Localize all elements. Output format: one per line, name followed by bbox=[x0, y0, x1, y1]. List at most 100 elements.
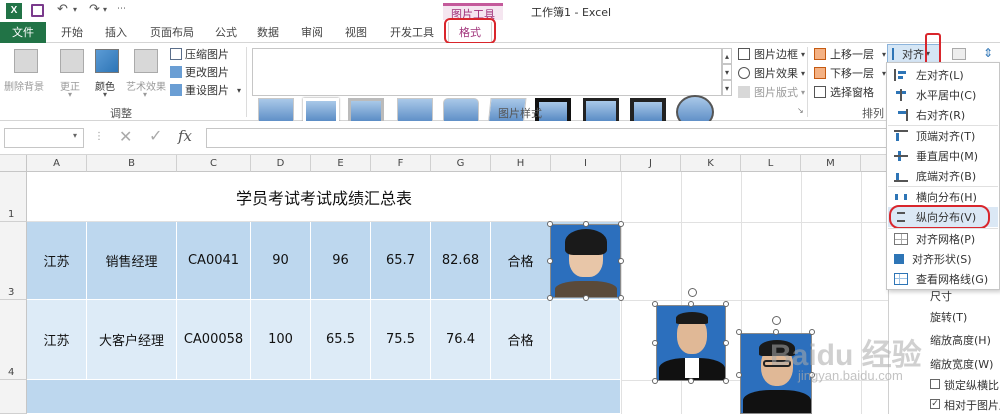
picture-effects-button[interactable]: 图片效果 ▾ bbox=[738, 65, 805, 81]
menu-view-gridlines[interactable]: 查看网格线(G) bbox=[888, 269, 998, 289]
gallery-scroll-down-icon[interactable]: ▾ bbox=[722, 64, 732, 80]
gallery-scroll-up-icon[interactable]: ▴ bbox=[722, 48, 732, 64]
rotation-handle[interactable] bbox=[688, 288, 697, 297]
tab-data[interactable]: 数据 bbox=[250, 22, 286, 43]
student-photo-2[interactable] bbox=[656, 305, 726, 381]
table-cell[interactable]: 大客户经理 bbox=[87, 300, 177, 380]
compress-pictures-button[interactable]: 压缩图片 bbox=[170, 46, 229, 62]
resize-handle[interactable] bbox=[618, 221, 624, 227]
column-header-n[interactable] bbox=[861, 155, 888, 172]
column-header-h[interactable]: H bbox=[491, 155, 551, 172]
insert-function-icon[interactable]: fx bbox=[178, 127, 192, 145]
resize-handle[interactable] bbox=[688, 301, 694, 307]
table-cell[interactable]: 65.5 bbox=[311, 300, 371, 380]
undo-dropdown-icon[interactable]: ▾ bbox=[73, 5, 77, 14]
table-cell[interactable]: 96 bbox=[311, 222, 371, 300]
menu-align-center[interactable]: 水平居中(C) bbox=[888, 85, 998, 105]
menu-distribute-horizontally[interactable]: 横向分布(H) bbox=[888, 187, 998, 207]
tab-insert[interactable]: 插入 bbox=[98, 22, 134, 43]
table-cell[interactable]: 82.68 bbox=[431, 222, 491, 300]
table-cell[interactable]: 75.5 bbox=[371, 300, 431, 380]
name-box[interactable] bbox=[4, 128, 84, 148]
picture-layout-button[interactable]: 图片版式 ▾ bbox=[738, 84, 805, 100]
tab-home[interactable]: 开始 bbox=[54, 22, 90, 43]
column-header-c[interactable]: C bbox=[177, 155, 251, 172]
table-cell[interactable]: CA0041 bbox=[177, 222, 251, 300]
menu-snap-to-grid[interactable]: 对齐网格(P) bbox=[888, 229, 998, 249]
relative-original-checkbox[interactable]: ✓ bbox=[930, 399, 940, 409]
table-cell[interactable]: 江苏 bbox=[27, 222, 87, 300]
resize-handle[interactable] bbox=[583, 295, 589, 301]
menu-align-left[interactable]: 左对齐(L) bbox=[888, 65, 998, 85]
column-header-f[interactable]: F bbox=[371, 155, 431, 172]
selection-pane-button[interactable]: 选择窗格 bbox=[814, 84, 874, 100]
change-picture-button[interactable]: 更改图片 bbox=[170, 64, 229, 80]
column-header-j[interactable]: J bbox=[621, 155, 681, 172]
tab-review[interactable]: 审阅 bbox=[294, 22, 330, 43]
column-header-m[interactable]: M bbox=[801, 155, 861, 172]
undo-icon[interactable]: ↶ bbox=[57, 2, 68, 17]
resize-handle[interactable] bbox=[652, 340, 658, 346]
resize-handle[interactable] bbox=[547, 221, 553, 227]
table-cell[interactable]: 销售经理 bbox=[87, 222, 177, 300]
table-cell[interactable]: 90 bbox=[251, 222, 311, 300]
table-cell[interactable] bbox=[27, 380, 621, 414]
group-icon[interactable] bbox=[952, 48, 966, 60]
cancel-formula-icon[interactable]: ✕ bbox=[119, 127, 132, 146]
column-header-l[interactable]: L bbox=[741, 155, 801, 172]
qat-more-icon[interactable]: ⋯ bbox=[117, 4, 126, 14]
table-cell[interactable]: 合格 bbox=[491, 222, 551, 300]
color-button[interactable]: 颜色 ▾ bbox=[92, 46, 122, 99]
resize-handle[interactable] bbox=[618, 258, 624, 264]
bring-forward-button[interactable]: 上移一层 ▾ bbox=[814, 46, 886, 62]
resize-handle[interactable] bbox=[736, 372, 742, 378]
row-header-1[interactable]: 1 bbox=[0, 172, 27, 222]
column-header-d[interactable]: D bbox=[251, 155, 311, 172]
resize-handle[interactable] bbox=[547, 258, 553, 264]
reset-picture-button[interactable]: 重设图片 ▾ bbox=[170, 82, 241, 98]
table-cell[interactable]: 合格 bbox=[491, 300, 551, 380]
gallery-more-icon[interactable]: ▾ bbox=[722, 80, 732, 96]
row-header-3[interactable]: 3 bbox=[0, 222, 27, 300]
tab-developer[interactable]: 开发工具 bbox=[384, 22, 440, 43]
column-header-i[interactable]: I bbox=[551, 155, 621, 172]
table-cell[interactable] bbox=[551, 300, 621, 380]
table-cell[interactable]: 65.7 bbox=[371, 222, 431, 300]
menu-align-right[interactable]: 右对齐(R) bbox=[888, 105, 998, 125]
table-cell[interactable]: 江苏 bbox=[27, 300, 87, 380]
column-header-e[interactable]: E bbox=[311, 155, 371, 172]
artistic-effects-button[interactable]: 艺术效果 ▾ bbox=[124, 46, 168, 99]
resize-handle[interactable] bbox=[723, 378, 729, 384]
column-header-g[interactable]: G bbox=[431, 155, 491, 172]
resize-handle[interactable] bbox=[736, 329, 742, 335]
menu-align-bottom[interactable]: 底端对齐(B) bbox=[888, 166, 998, 186]
formula-bar-splitter-icon[interactable]: ⋮ bbox=[94, 131, 104, 142]
select-all-corner[interactable] bbox=[0, 155, 27, 172]
table-title[interactable]: 学员考试考试成绩汇总表 bbox=[27, 172, 621, 222]
picture-styles-gallery[interactable] bbox=[252, 48, 722, 96]
enter-formula-icon[interactable]: ✓ bbox=[149, 126, 162, 145]
picture-border-button[interactable]: 图片边框 ▾ bbox=[738, 46, 805, 62]
resize-handle[interactable] bbox=[618, 295, 624, 301]
column-header-b[interactable]: B bbox=[87, 155, 177, 172]
styles-dialog-launcher-icon[interactable]: ↘ bbox=[797, 106, 804, 115]
resize-handle[interactable] bbox=[583, 221, 589, 227]
corrections-button[interactable]: 更正 ▾ bbox=[56, 46, 88, 99]
resize-handle[interactable] bbox=[688, 378, 694, 384]
table-cell[interactable]: CA00058 bbox=[177, 300, 251, 380]
resize-handle[interactable] bbox=[547, 295, 553, 301]
resize-handle[interactable] bbox=[652, 378, 658, 384]
rotation-handle[interactable] bbox=[772, 316, 781, 325]
save-icon[interactable] bbox=[31, 4, 44, 17]
tab-view[interactable]: 视图 bbox=[338, 22, 374, 43]
resize-handle[interactable] bbox=[723, 340, 729, 346]
tab-formulas[interactable]: 公式 bbox=[208, 22, 244, 43]
row-header-4[interactable]: 4 bbox=[0, 300, 27, 380]
name-box-dropdown-icon[interactable]: ▾ bbox=[73, 131, 77, 140]
menu-snap-to-shape[interactable]: 对齐形状(S) bbox=[888, 249, 998, 269]
resize-handle[interactable] bbox=[723, 301, 729, 307]
send-backward-button[interactable]: 下移一层 ▾ bbox=[814, 65, 886, 81]
menu-align-middle[interactable]: 垂直居中(M) bbox=[888, 146, 998, 166]
column-header-k[interactable]: K bbox=[681, 155, 741, 172]
tab-page-layout[interactable]: 页面布局 bbox=[142, 22, 202, 43]
